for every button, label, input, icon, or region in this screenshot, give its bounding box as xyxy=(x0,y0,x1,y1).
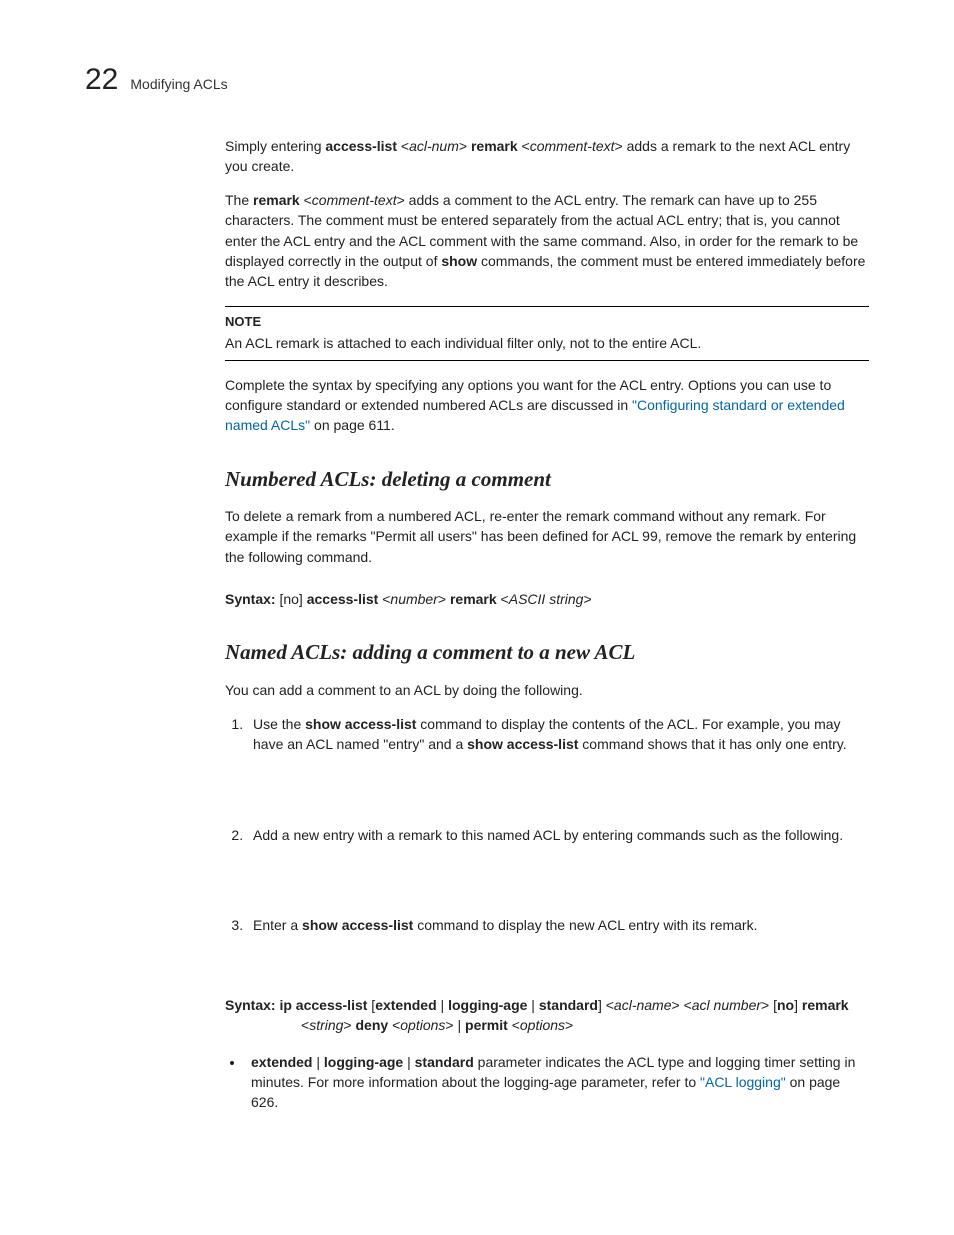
paragraph: Simply entering access-list <acl-num> re… xyxy=(225,136,869,177)
list-item: Use the show access-list command to disp… xyxy=(247,714,869,755)
paragraph: The remark <comment-text> adds a comment… xyxy=(225,190,869,291)
link-acl-logging[interactable]: "ACL logging" xyxy=(700,1074,786,1090)
heading-named-add: Named ACLs: adding a comment to a new AC… xyxy=(225,637,869,667)
page: 22 Modifying ACLs Simply entering access… xyxy=(0,0,954,1235)
ordered-steps: Use the show access-list command to disp… xyxy=(225,714,869,935)
syntax-block: Syntax: ip access-list [extended | loggi… xyxy=(225,995,869,1036)
paragraph: Complete the syntax by specifying any op… xyxy=(225,375,869,436)
bullet-list: extended | logging-age | standard parame… xyxy=(225,1052,869,1113)
syntax-line: Syntax: [no] access-list <number> remark… xyxy=(225,589,869,609)
list-item: Add a new entry with a remark to this na… xyxy=(247,825,869,845)
note-text: An ACL remark is attached to each indivi… xyxy=(225,333,869,353)
page-header: 22 Modifying ACLs xyxy=(85,58,869,102)
chapter-number: 22 xyxy=(85,58,118,102)
list-item: extended | logging-age | standard parame… xyxy=(245,1052,869,1113)
paragraph: To delete a remark from a numbered ACL, … xyxy=(225,506,869,567)
syntax-line-continued: <string> deny <options> | permit <option… xyxy=(301,1015,869,1035)
content-body: Simply entering access-list <acl-num> re… xyxy=(225,136,869,1113)
paragraph: You can add a comment to an ACL by doing… xyxy=(225,680,869,700)
note-block: NOTE An ACL remark is attached to each i… xyxy=(225,306,869,361)
syntax-line: Syntax: ip access-list [extended | loggi… xyxy=(225,995,869,1015)
list-item: Enter a show access-list command to disp… xyxy=(247,915,869,935)
note-label: NOTE xyxy=(225,313,869,332)
heading-numbered-delete: Numbered ACLs: deleting a comment xyxy=(225,464,869,494)
chapter-title: Modifying ACLs xyxy=(130,74,227,94)
